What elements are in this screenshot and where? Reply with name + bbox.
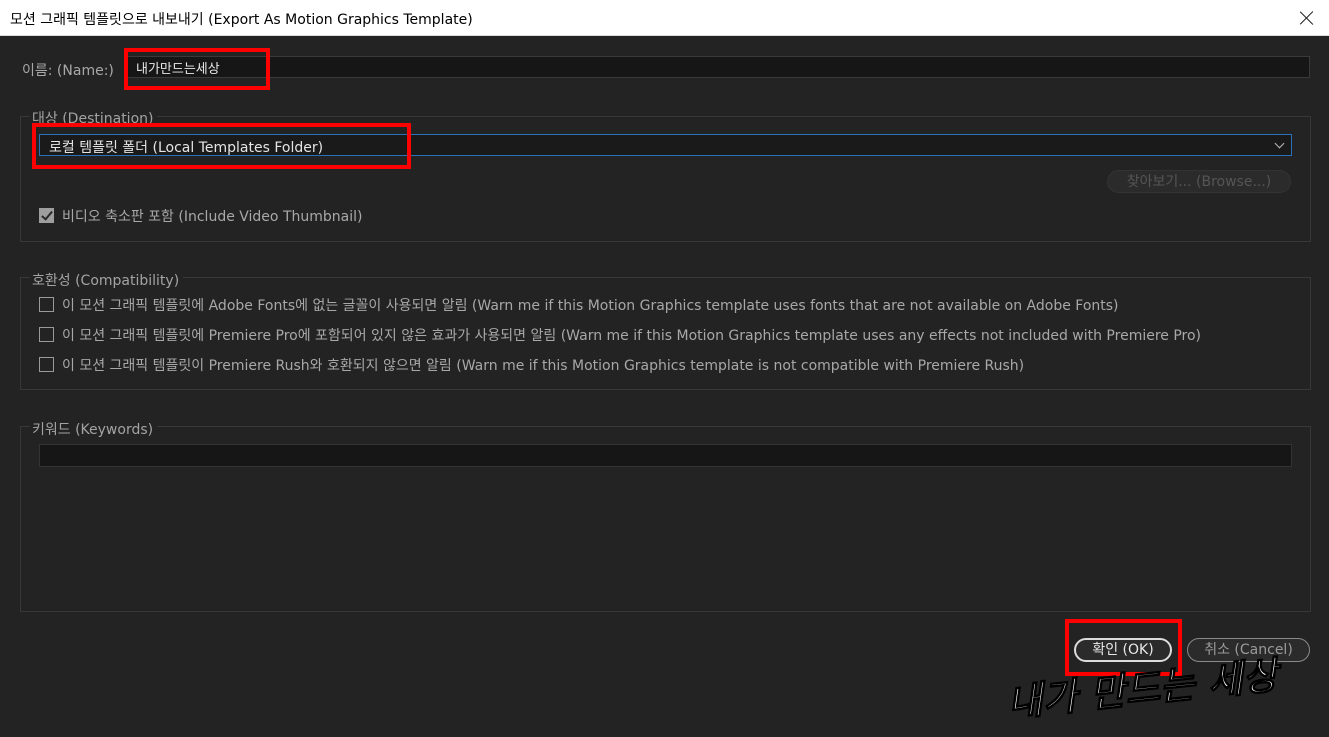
name-input[interactable] <box>125 56 1310 78</box>
name-label: 이름: (Name:) <box>22 63 114 79</box>
chevron-down-icon <box>1274 138 1285 149</box>
destination-selected-value: 로컬 템플릿 폴더 (Local Templates Folder) <box>49 140 324 156</box>
destination-dropdown[interactable]: 로컬 템플릿 폴더 (Local Templates Folder) <box>39 134 1292 156</box>
warn-fonts-label: 이 모션 그래픽 템플릿에 Adobe Fonts에 없는 글꼴이 사용되면 알… <box>62 298 1119 314</box>
watermark-text: 내가 만드는 세상 <box>1005 655 1285 725</box>
close-icon[interactable] <box>1297 8 1317 28</box>
keywords-legend: 키워드 (Keywords) <box>30 419 158 439</box>
include-thumbnail-label: 비디오 축소판 포함 (Include Video Thumbnail) <box>62 209 363 225</box>
warn-effects-checkbox[interactable] <box>39 327 54 342</box>
include-thumbnail-checkbox[interactable] <box>39 208 54 223</box>
compatibility-legend: 호환성 (Compatibility) <box>30 270 184 290</box>
title-bar: 모션 그래픽 템플릿으로 내보내기 (Export As Motion Grap… <box>0 0 1329 36</box>
dialog-title: 모션 그래픽 템플릿으로 내보내기 (Export As Motion Grap… <box>10 12 473 28</box>
warn-rush-checkbox[interactable] <box>39 357 54 372</box>
keywords-input[interactable] <box>39 444 1292 467</box>
warn-fonts-checkbox[interactable] <box>39 297 54 312</box>
browse-button[interactable]: 찾아보기... (Browse...) <box>1107 170 1291 193</box>
warn-rush-label: 이 모션 그래픽 템플릿이 Premiere Rush와 호환되지 않으면 알림… <box>62 358 1025 374</box>
watermark-logo: 내가 만드는 세상 <box>1005 655 1287 725</box>
warn-effects-label: 이 모션 그래픽 템플릿에 Premiere Pro에 포함되어 있지 않은 효… <box>62 328 1202 344</box>
destination-legend: 대상 (Destination) <box>30 108 158 128</box>
